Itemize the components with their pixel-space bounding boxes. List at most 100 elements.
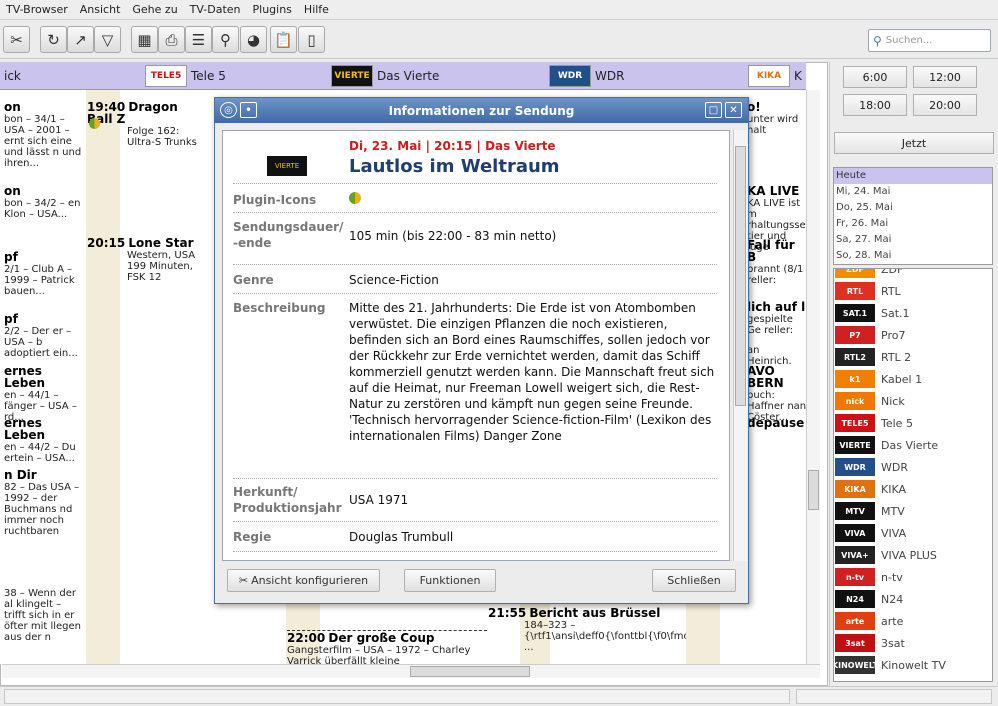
clipboard-icon[interactable]: 📋	[270, 26, 297, 53]
channel-list-item[interactable]: RTL RTL	[834, 280, 992, 302]
status-bar	[0, 686, 998, 706]
program-cell[interactable]: ernes Leben en – 44/2 – Du ertein – USA..…	[4, 417, 84, 464]
close-button[interactable]: Schließen	[652, 569, 736, 592]
grid-vertical-scrollbar[interactable]	[806, 90, 820, 664]
channel-name: n-tv	[881, 570, 903, 584]
shade-icon[interactable]: •	[240, 102, 257, 118]
filter-icon[interactable]: ▽	[94, 26, 121, 53]
channel-name: Kabel 1	[881, 372, 923, 386]
channel-list-item[interactable]: nick Nick	[834, 390, 992, 412]
program-cell[interactable]: 21:55 Bericht aus Brüssel 184–323 – {\rtf…	[488, 607, 712, 653]
program-cell[interactable]: lich auf l gespielte Ge reller:	[747, 301, 807, 336]
program-cell[interactable]: pf 2/2 – Der er – USA – b adoptiert ein..…	[4, 313, 84, 359]
settings-tools-icon[interactable]: ✂	[3, 26, 30, 53]
program-cell[interactable]: AVO BERN buch: Haffner nan Cöster...	[747, 365, 807, 423]
magnifier-icon[interactable]: ⚲	[212, 26, 239, 53]
date-item[interactable]: Sa, 27. Mai	[834, 232, 992, 248]
program-cell[interactable]: 20:15 Lone Star Western, USA 199 Minuten,…	[87, 237, 212, 283]
row-value: Douglas Trumbull	[349, 530, 454, 544]
update-data-icon[interactable]: ↻	[40, 26, 67, 53]
channel-list-item[interactable]: VIVA VIVA	[834, 522, 992, 544]
date-item[interactable]: Mi, 24. Mai	[834, 184, 992, 200]
progress-area	[796, 689, 992, 704]
maximize-icon[interactable]: □	[705, 102, 722, 118]
channel-list-item[interactable]: n-tv n-tv	[834, 566, 992, 588]
menu-tv-browser[interactable]: TV-Browser	[0, 3, 74, 16]
list-view-icon[interactable]: ☰	[185, 26, 212, 53]
channel-list-item[interactable]: KIKA KIKA	[834, 478, 992, 500]
menu-tv-daten[interactable]: TV-Daten	[184, 3, 247, 16]
channel-list-item[interactable]: KINOWELT Kinowelt TV	[834, 654, 992, 676]
tools-icon: ✂	[238, 574, 249, 587]
date-list: Heute Mi, 24. Mai Do, 25. Mai Fr, 26. Ma…	[833, 167, 993, 265]
time-button-0600[interactable]: 6:00	[843, 66, 907, 88]
channel-list-item[interactable]: P7 Pro7	[834, 324, 992, 346]
program-cell[interactable]: depause	[747, 417, 807, 430]
channel-name: KIKA	[881, 482, 907, 496]
program-cell[interactable]: on bon – 34/2 – en Klon – USA...	[4, 185, 84, 220]
program-cell[interactable]: ernes Leben en – 44/1 – fänger – USA – rd…	[4, 365, 84, 423]
pie-chart-icon[interactable]: ◕	[240, 26, 267, 53]
scroll-thumb[interactable]	[808, 470, 819, 510]
channel-list-item[interactable]: SAT.1 Sat.1	[834, 302, 992, 324]
date-item[interactable]: Fr, 26. Mai	[834, 216, 992, 232]
channel-header-kika[interactable]: K	[794, 69, 802, 83]
menu-hilfe[interactable]: Hilfe	[298, 3, 335, 16]
window-menu-icon[interactable]: ◎	[220, 102, 237, 118]
date-item-selected[interactable]: Heute	[834, 168, 992, 184]
menu-plugins[interactable]: Plugins	[247, 3, 298, 16]
menu-ansicht[interactable]: Ansicht	[74, 3, 127, 16]
channel-name: Das Vierte	[881, 438, 939, 452]
filter-arrow-icon[interactable]: ↗	[67, 26, 94, 53]
time-button-2000[interactable]: 20:00	[913, 94, 977, 116]
channel-logo-icon: KIKA	[835, 480, 875, 498]
channel-list-item[interactable]: k1 Kabel 1	[834, 368, 992, 390]
channel-header-kabel-nick[interactable]: ick	[4, 69, 21, 83]
channel-list-item[interactable]: N24 N24	[834, 588, 992, 610]
channel-list-item[interactable]: VIERTE Das Vierte	[834, 434, 992, 456]
program-cell[interactable]: n Dir 82 – Das USA – 1992 – der Buchmans …	[4, 469, 84, 537]
channel-list-item[interactable]: MTV MTV	[834, 500, 992, 522]
now-button[interactable]: Jetzt	[834, 132, 994, 154]
program-cell[interactable]: Fall für Bbrannt (8/1 reller:	[747, 239, 807, 286]
channel-name: RTL	[881, 284, 901, 298]
channel-list-item[interactable]: VIVA+ VIVA PLUS	[834, 544, 992, 566]
scroll-thumb[interactable]	[410, 666, 530, 677]
date-item[interactable]: Do, 25. Mai	[834, 200, 992, 216]
channel-logo-icon: VIERTE	[835, 436, 875, 454]
channel-header-wdr[interactable]: WDR	[595, 69, 624, 83]
search-field[interactable]: ⚲ Suchen...	[868, 29, 991, 52]
dialog-title-bar: ◎ • Informationen zur Sendung □ ✕	[215, 98, 748, 123]
configure-view-button[interactable]: ✂ Ansicht konfigurieren	[227, 569, 380, 592]
date-item[interactable]: So, 28. Mai	[834, 248, 992, 264]
program-cell[interactable]: 38 – Wenn der al klingelt – trifft sich …	[4, 576, 84, 643]
channel-list-item[interactable]: arte arte	[834, 610, 992, 632]
channel-list-item[interactable]: RTL2 RTL 2	[834, 346, 992, 368]
channel-list-item[interactable]: WDR WDR	[834, 456, 992, 478]
scroll-thumb[interactable]	[735, 146, 746, 406]
channel-header-tele5[interactable]: Tele 5	[191, 69, 226, 83]
time-button-1200[interactable]: 12:00	[913, 66, 977, 88]
close-icon[interactable]: ✕	[725, 102, 742, 118]
functions-button[interactable]: Funktionen	[404, 569, 496, 592]
program-cell[interactable]: on bon – 34/1 – USA – 2001 – ernt sich ei…	[4, 101, 84, 169]
grid-horizontal-scrollbar[interactable]	[2, 664, 820, 678]
info-row-description: Beschreibung Mitte des 21. Jahrhunderts:…	[233, 294, 717, 479]
menu-gehe-zu[interactable]: Gehe zu	[126, 3, 183, 16]
channel-name: 3sat	[881, 636, 905, 650]
program-cell[interactable]: 22:00 Der große Coup Gangsterfilm – USA –…	[287, 630, 487, 667]
dialog-scrollbar[interactable]	[733, 130, 747, 561]
plugin-icon[interactable]	[349, 192, 361, 204]
clapperboard-icon[interactable]: ▦	[131, 26, 158, 53]
channel-header-das-vierte[interactable]: Das Vierte	[377, 69, 439, 83]
reminder-icon[interactable]: ▯	[298, 26, 325, 53]
channel-list-item[interactable]: TELE5 Tele 5	[834, 412, 992, 434]
channel-list-item[interactable]: 3sat 3sat	[834, 632, 992, 654]
time-button-1800[interactable]: 18:00	[843, 94, 907, 116]
printer-icon[interactable]: ⎙	[158, 26, 185, 53]
program-cell[interactable]: o! unter wird halt	[747, 101, 807, 136]
program-cell[interactable]: pf 2/1 – Club A – 1999 – Patrick bauen...	[4, 251, 84, 297]
program-cell[interactable]: 19:40 Dragon Ball Z Folge 162: Ultra-S Tr…	[87, 101, 207, 148]
channel-list-item[interactable]: ZDF ZDF	[834, 269, 992, 280]
menu-bar: TV-Browser Ansicht Gehe zu TV-Daten Plug…	[0, 0, 998, 20]
